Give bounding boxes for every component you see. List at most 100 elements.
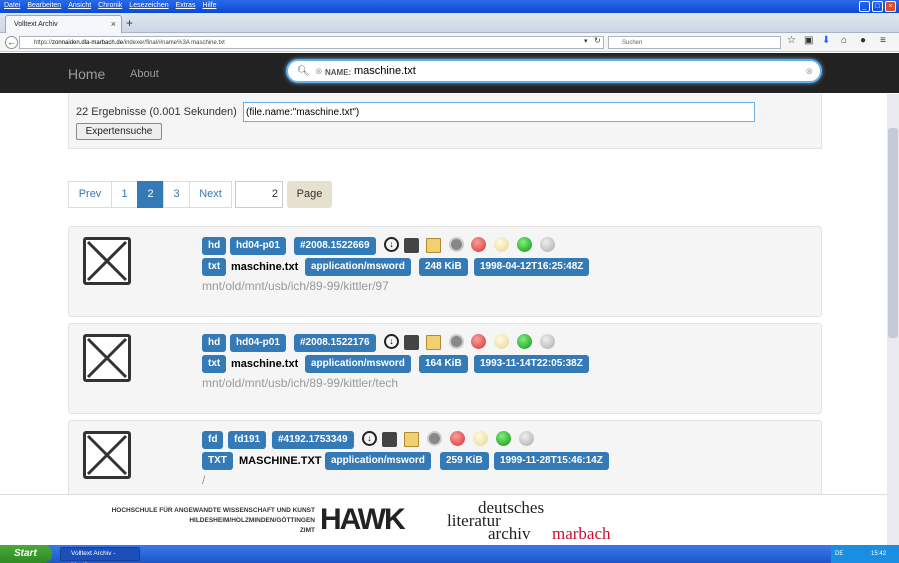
download-icon[interactable]: ↓ bbox=[384, 334, 399, 349]
taskbar-item-firefox[interactable]: Volltext Archiv - Mozill... bbox=[60, 547, 140, 563]
page-button[interactable]: Page bbox=[287, 181, 332, 208]
nav-about-link[interactable]: About bbox=[130, 68, 159, 80]
date-badge[interactable]: 1998-04-12T16:25:48Z bbox=[474, 258, 590, 276]
minimize-icon[interactable]: _ bbox=[859, 1, 870, 12]
result-card: fd fd191 #4192.1753349 ↓ TXT MASCHINE.TX… bbox=[68, 420, 822, 500]
pagination-page-3[interactable]: 3 bbox=[163, 181, 190, 208]
clipboard-icon[interactable]: ▣ bbox=[804, 35, 813, 46]
nav-home-link[interactable]: Home bbox=[68, 66, 105, 82]
menu-chronik[interactable]: Chronik bbox=[98, 0, 122, 13]
id-badge[interactable]: #4192.1753349 bbox=[272, 431, 354, 449]
menu-datei[interactable]: Datei bbox=[4, 0, 20, 13]
menu-hilfe[interactable]: Hilfe bbox=[202, 0, 216, 13]
gray-status-icon bbox=[540, 334, 555, 349]
file-path[interactable]: mnt/old/mnt/usb/ich/89-99/kittler/tech bbox=[202, 376, 398, 390]
remove-chip-icon[interactable]: ⊗ bbox=[315, 66, 323, 77]
system-tray: DE 15:42 bbox=[831, 545, 899, 563]
id-badge[interactable]: #2008.1522176 bbox=[294, 334, 376, 352]
reload-icon[interactable]: ↻ bbox=[594, 36, 601, 45]
mime-badge[interactable]: application/msword bbox=[325, 452, 431, 470]
edit-icon[interactable] bbox=[426, 335, 441, 350]
browser-tab[interactable]: Volltext Archiv × bbox=[5, 15, 122, 33]
gray-status-icon bbox=[540, 237, 555, 252]
pagination-next[interactable]: Next bbox=[189, 181, 232, 208]
search-value[interactable]: maschine.txt bbox=[354, 65, 416, 77]
unlock-icon[interactable] bbox=[404, 238, 419, 253]
search-chip-label: NAME: bbox=[325, 68, 352, 77]
volume-badge[interactable]: fd191 bbox=[228, 431, 267, 449]
clear-search-icon[interactable]: ⊗ bbox=[805, 66, 813, 77]
close-tab-icon[interactable]: × bbox=[111, 16, 116, 33]
start-button[interactable]: Start bbox=[0, 545, 52, 563]
url-bar[interactable]: https://zonnaiden.dla-marbach.de/indexer… bbox=[19, 36, 604, 49]
unlock-icon[interactable] bbox=[404, 335, 419, 350]
ext-badge[interactable]: txt bbox=[202, 355, 227, 373]
size-badge[interactable]: 259 KiB bbox=[440, 452, 489, 470]
new-tab-icon[interactable]: + bbox=[126, 15, 133, 31]
disk-icon[interactable] bbox=[449, 334, 464, 349]
file-name[interactable]: maschine.txt bbox=[231, 258, 298, 276]
ext-badge[interactable]: TXT bbox=[202, 452, 233, 470]
query-input[interactable] bbox=[243, 102, 755, 122]
edit-icon[interactable] bbox=[426, 238, 441, 253]
menu-icon[interactable]: ≡ bbox=[880, 35, 886, 46]
pagination-page-1[interactable]: 1 bbox=[111, 181, 138, 208]
size-badge[interactable]: 248 KiB bbox=[419, 258, 468, 276]
red-status-icon bbox=[471, 237, 486, 252]
medium-badge[interactable]: hd bbox=[202, 237, 227, 255]
back-icon[interactable]: ← bbox=[5, 36, 18, 49]
medium-badge[interactable]: hd bbox=[202, 334, 227, 352]
disk-icon[interactable] bbox=[427, 431, 442, 446]
gray-status-icon bbox=[519, 431, 534, 446]
yellow-status-icon bbox=[494, 334, 509, 349]
menu-ansicht[interactable]: Ansicht bbox=[68, 0, 91, 13]
date-badge[interactable]: 1993-11-14T22:05:38Z bbox=[474, 355, 589, 373]
file-path[interactable]: mnt/old/mnt/usb/ich/89-99/kittler/97 bbox=[202, 279, 389, 293]
menu-bar: Datei Bearbeiten Ansicht Chronik Lesezei… bbox=[0, 0, 216, 13]
menu-lesezeichen[interactable]: Lesezeichen bbox=[129, 0, 168, 13]
menu-extras[interactable]: Extras bbox=[176, 0, 196, 13]
volume-badge[interactable]: hd04-p01 bbox=[230, 237, 286, 255]
id-badge[interactable]: #2008.1522669 bbox=[294, 237, 376, 255]
volume-badge[interactable]: hd04-p01 bbox=[230, 334, 286, 352]
date-badge[interactable]: 1999-11-28T15:46:14Z bbox=[494, 452, 609, 470]
browser-search-field[interactable]: Suchen bbox=[608, 36, 781, 49]
mime-badge[interactable]: application/msword bbox=[305, 258, 411, 276]
main-search-field[interactable]: 🔍︎ ⊗ NAME: maschine.txt ⊗ bbox=[286, 59, 822, 83]
file-name[interactable]: MASCHINE.TXT bbox=[239, 452, 322, 470]
mime-badge[interactable]: application/msword bbox=[305, 355, 411, 373]
size-badge[interactable]: 164 KiB bbox=[419, 355, 468, 373]
scrollbar-thumb[interactable] bbox=[888, 128, 898, 338]
url-host: zonnaiden.dla-marbach.de bbox=[52, 40, 124, 46]
green-status-icon bbox=[496, 431, 511, 446]
download-icon[interactable]: ↓ bbox=[362, 431, 377, 446]
download-icon[interactable]: ↓ bbox=[384, 237, 399, 252]
disk-icon[interactable] bbox=[449, 237, 464, 252]
close-window-icon[interactable]: × bbox=[885, 1, 896, 12]
menu-bearbeiten[interactable]: Bearbeiten bbox=[27, 0, 61, 13]
yellow-status-icon bbox=[494, 237, 509, 252]
language-indicator[interactable]: DE bbox=[835, 551, 843, 557]
broken-image-icon bbox=[83, 431, 131, 479]
medium-badge[interactable]: fd bbox=[202, 431, 224, 449]
maximize-icon[interactable]: □ bbox=[872, 1, 883, 12]
edit-icon[interactable] bbox=[404, 432, 419, 447]
file-path[interactable]: / bbox=[202, 473, 205, 487]
bookmark-star-icon[interactable]: ☆ bbox=[787, 35, 796, 46]
download-arrow-icon[interactable]: ⬇ bbox=[822, 35, 830, 46]
hawk-logo[interactable]: HAWK bbox=[320, 503, 406, 537]
dropdown-icon[interactable]: ▾ bbox=[584, 37, 588, 45]
pagination-page-2[interactable]: 2 bbox=[137, 181, 164, 208]
file-name[interactable]: maschine.txt bbox=[231, 355, 298, 373]
expert-search-button[interactable]: Expertensuche bbox=[76, 123, 162, 140]
ext-badge[interactable]: txt bbox=[202, 258, 227, 276]
search-icon: 🔍︎ bbox=[297, 66, 310, 77]
unlock-icon[interactable] bbox=[382, 432, 397, 447]
tab-title: Volltext Archiv bbox=[14, 21, 58, 28]
home-icon[interactable]: ⌂ bbox=[841, 35, 847, 46]
pagination-prev[interactable]: Prev bbox=[68, 181, 112, 208]
page-number-input[interactable]: 2 bbox=[235, 181, 283, 208]
hawk-line-1: HOCHSCHULE FÜR ANGEWANDTE WISSENSCHAFT U… bbox=[111, 507, 315, 514]
red-status-icon bbox=[471, 334, 486, 349]
chat-icon[interactable]: ● bbox=[860, 35, 866, 46]
